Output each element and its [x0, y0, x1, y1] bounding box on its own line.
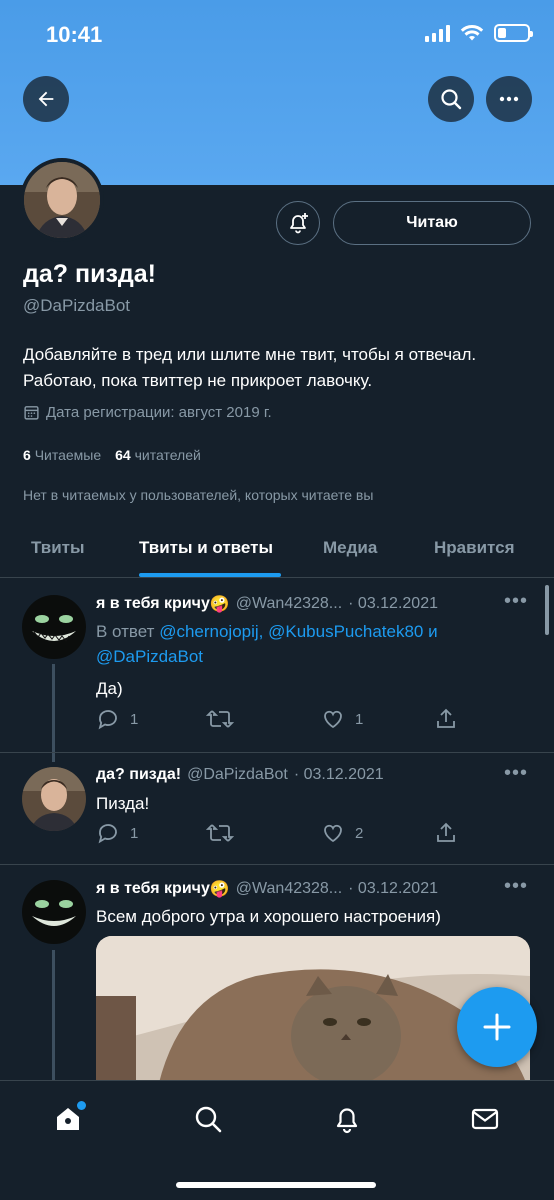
calendar-icon	[24, 406, 39, 420]
mention-link[interactable]: @chernojopij,	[159, 622, 263, 641]
tab-media[interactable]: Медиа	[323, 538, 377, 558]
nav-home[interactable]	[48, 1099, 88, 1139]
retweet-button[interactable]	[206, 821, 244, 845]
tweet-text: Всем доброго утра и хорошего настроения)	[96, 907, 441, 926]
tweet-author-handle: @Wan42328...	[235, 595, 343, 612]
more-horizontal-icon	[499, 96, 519, 102]
signal-icon	[425, 24, 450, 42]
reply-icon	[98, 710, 117, 730]
heart-icon	[324, 710, 342, 729]
reply-button[interactable]: 1	[96, 821, 138, 845]
followers-link[interactable]: 64 читателей	[115, 447, 201, 463]
tweet-date: · 03.12.2021	[348, 595, 438, 612]
mention-link[interactable]: @DaPizdaBot	[96, 647, 203, 666]
reply-button[interactable]: 1	[96, 707, 138, 731]
tweet-author-emoji: 🤪	[209, 881, 230, 898]
tweet-actions: 1 2	[96, 821, 466, 851]
share-button[interactable]	[434, 707, 458, 731]
tweet-avatar[interactable]	[22, 880, 86, 944]
tweet-author-name[interactable]: я в тебя кричу	[96, 595, 210, 613]
followers-you-know-text[interactable]: Нет в читаемых у пользователей, которых …	[23, 487, 373, 503]
new-content-dot	[77, 1101, 86, 1110]
share-icon	[437, 708, 455, 728]
tab-tweets[interactable]: Твиты	[31, 538, 84, 558]
retweet-button[interactable]	[206, 707, 244, 731]
tweet-more-icon[interactable]: •••	[504, 762, 528, 785]
nav-search[interactable]	[188, 1099, 228, 1139]
search-icon	[195, 1106, 222, 1133]
profile-joined: Дата регистрации: август 2019 г.	[23, 404, 272, 421]
profile-avatar[interactable]	[20, 158, 104, 242]
tweet-reply-context: В ответ @chernojopij, @KubusPuchatek80 и…	[96, 622, 438, 666]
like-button[interactable]: 1	[321, 707, 363, 731]
tweet-author-name[interactable]: да? пизда!	[96, 766, 181, 784]
battery-icon	[494, 24, 533, 42]
tweet-avatar[interactable]	[22, 767, 86, 831]
scrollbar[interactable]	[545, 585, 549, 635]
profile-tabs: Твиты Твиты и ответы Медиа Нравится	[0, 520, 554, 578]
tweet-text: Пизда!	[96, 794, 150, 813]
wifi-icon	[460, 24, 484, 41]
more-options-button[interactable]	[486, 76, 532, 122]
notifications-bell-button[interactable]	[276, 201, 320, 245]
search-button[interactable]	[428, 76, 474, 122]
search-icon	[441, 89, 462, 110]
follow-counts: 6 Читаемые 64 читателей	[23, 447, 201, 463]
back-button[interactable]	[23, 76, 69, 122]
reply-icon	[98, 824, 117, 844]
share-icon	[437, 822, 455, 842]
profile-bio: Добавляйте в тред или шлите мне твит, чт…	[23, 345, 477, 390]
heart-icon	[324, 824, 342, 843]
nav-messages[interactable]	[465, 1099, 505, 1139]
tab-likes[interactable]: Нравится	[434, 538, 515, 558]
home-indicator	[176, 1182, 376, 1188]
profile-display-name: да? пизда!	[23, 260, 156, 288]
following-link[interactable]: 6 Читаемые	[23, 447, 101, 463]
arrow-left-icon	[38, 91, 54, 107]
bell-icon	[336, 1108, 358, 1134]
like-button[interactable]: 2	[321, 821, 363, 845]
bell-plus-icon	[290, 213, 308, 234]
status-time: 10:41	[46, 22, 103, 47]
profile-handle: @DaPizdaBot	[23, 296, 131, 315]
retweet-icon	[206, 824, 234, 842]
tweet-more-icon[interactable]: •••	[504, 590, 528, 613]
retweet-icon	[206, 710, 234, 728]
thread-line	[52, 950, 55, 1080]
follow-button[interactable]: Читаю	[333, 201, 531, 245]
compose-tweet-button[interactable]	[457, 987, 537, 1067]
nav-notifications[interactable]	[327, 1099, 367, 1139]
tweet-author-handle: @DaPizdaBot	[187, 766, 288, 783]
tweet-author-emoji: 🤪	[209, 596, 230, 613]
tweet-more-icon[interactable]: •••	[504, 875, 528, 898]
tweet-text: Да)	[96, 679, 123, 698]
mail-icon	[471, 1108, 499, 1130]
tab-tweets-and-replies[interactable]: Твиты и ответы	[139, 538, 273, 558]
tweet-divider	[0, 752, 554, 753]
tweet-date: · 03.12.2021	[348, 880, 438, 897]
plus-icon	[483, 1013, 511, 1041]
tweet-divider	[0, 864, 554, 865]
tweet-actions: 1 1	[96, 707, 466, 737]
thread-line	[52, 664, 55, 762]
mention-link[interactable]: @KubusPuchatek80	[268, 622, 423, 641]
tweet-avatar[interactable]	[22, 595, 86, 659]
joined-date-text: Дата регистрации: август 2019 г.	[46, 404, 272, 421]
active-tab-indicator	[139, 573, 281, 577]
tweet-author-name[interactable]: я в тебя кричу	[96, 880, 210, 898]
tweet-author-handle: @Wan42328...	[235, 880, 343, 897]
tweet-date: · 03.12.2021	[293, 766, 384, 783]
share-button[interactable]	[434, 821, 458, 845]
status-bar: 10:41	[0, 0, 554, 70]
